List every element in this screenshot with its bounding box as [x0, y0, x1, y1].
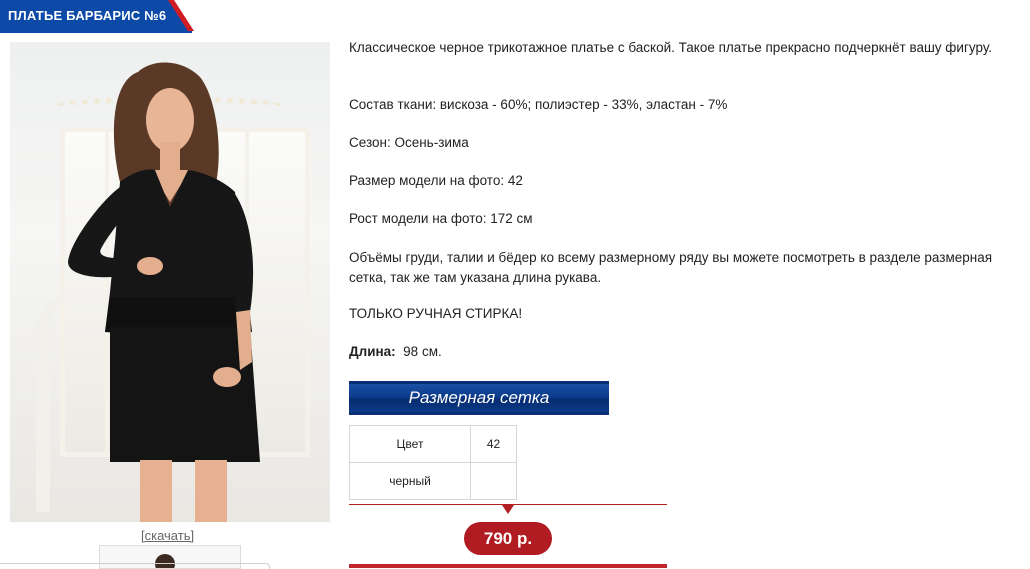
price-divider-bottom — [349, 564, 667, 568]
composition-text: Состав ткани: вискоза - 60%; полиэстер -… — [349, 97, 728, 112]
product-photo[interactable] — [10, 42, 330, 522]
wash-note: ТОЛЬКО РУЧНАЯ СТИРКА! — [349, 306, 523, 321]
description-text: Классическое черное трикотажное платье с… — [349, 40, 992, 55]
table-header-color: Цвет — [349, 425, 471, 463]
download-link[interactable]: [скачать] — [141, 528, 194, 543]
model-figure — [68, 62, 260, 522]
price-arrow-icon — [502, 505, 514, 514]
sizes-table: Цвет 42 черный — [349, 425, 517, 500]
measurements-note: Объёмы груди, талии и бёдер ко всему раз… — [349, 250, 993, 285]
length-row: Длина: 98 см. — [349, 342, 1009, 362]
thumbnail-frame — [0, 563, 270, 569]
price-badge: 790 р. — [464, 522, 552, 555]
model-height-text: Рост модели на фото: 172 см — [349, 211, 533, 226]
model-size-text: Размер модели на фото: 42 — [349, 173, 523, 188]
title-underline — [0, 31, 192, 33]
season-text: Сезон: Осень-зима — [349, 135, 469, 150]
size-chart-button[interactable]: Размерная сетка — [349, 381, 609, 415]
table-header-size: 42 — [470, 425, 517, 463]
length-label: Длина: — [349, 344, 396, 359]
product-title: ПЛАТЬЕ БАРБАРИС №6 — [8, 8, 167, 23]
length-value: 98 см. — [403, 344, 442, 359]
table-row: черный — [349, 462, 517, 500]
table-cell-size-42[interactable] — [470, 462, 517, 500]
table-row: Цвет 42 — [349, 425, 517, 463]
table-cell-color: черный — [349, 462, 471, 500]
